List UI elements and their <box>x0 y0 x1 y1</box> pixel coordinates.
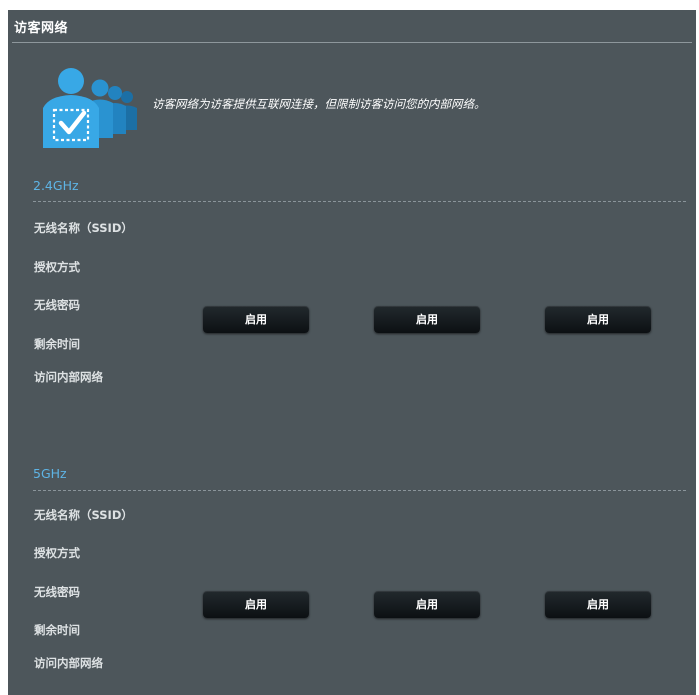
band-divider-5g <box>33 490 686 491</box>
page-title: 访客网络 <box>14 21 69 36</box>
band-title-2g: 2.4GHz <box>33 178 79 193</box>
intranet-access-label-2g: 访问内部网络 <box>34 370 103 384</box>
enable-button-2g-2[interactable]: 启用 <box>374 306 480 333</box>
enable-button-5g-2[interactable]: 启用 <box>374 591 480 618</box>
enable-button-5g-1[interactable]: 启用 <box>203 591 309 618</box>
wireless-password-label-2g: 无线密码 <box>34 298 80 312</box>
ssid-label-2g: 无线名称（SSID） <box>34 221 133 235</box>
guest-network-panel: 访客网络 访客网络为访客提供互联网连接，但限制访客访问您的内部网络。 2.4GH… <box>8 10 696 695</box>
wireless-password-label-5g: 无线密码 <box>34 585 80 599</box>
guest-network-description: 访客网络为访客提供互联网连接，但限制访客访问您的内部网络。 <box>152 97 486 111</box>
title-divider <box>12 42 692 43</box>
remaining-time-label-2g: 剩余时间 <box>34 337 80 351</box>
remaining-time-label-5g: 剩余时间 <box>34 623 80 637</box>
enable-button-2g-1[interactable]: 启用 <box>203 306 309 333</box>
guest-users-icon <box>29 58 143 150</box>
auth-method-label-2g: 授权方式 <box>34 260 80 274</box>
band-divider-2g <box>33 201 686 202</box>
ssid-label-5g: 无线名称（SSID） <box>34 508 133 522</box>
auth-method-label-5g: 授权方式 <box>34 546 80 560</box>
band-title-5g: 5GHz <box>33 466 67 481</box>
enable-button-2g-3[interactable]: 启用 <box>545 306 651 333</box>
intranet-access-label-5g: 访问内部网络 <box>34 656 103 670</box>
enable-button-5g-3[interactable]: 启用 <box>545 591 651 618</box>
